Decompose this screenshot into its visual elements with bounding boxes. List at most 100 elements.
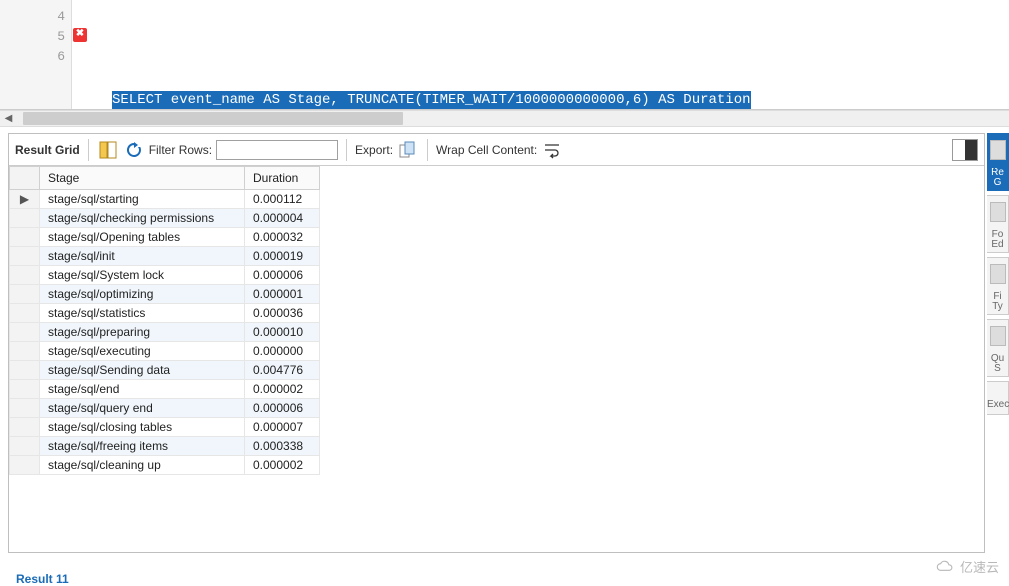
line-number: 5 ✖ [0, 26, 71, 46]
cell-stage[interactable]: stage/sql/starting [40, 190, 245, 209]
cell-duration[interactable]: 0.000000 [245, 342, 320, 361]
table-row[interactable]: stage/sql/closing tables0.000007 [10, 418, 320, 437]
table-row[interactable]: stage/sql/optimizing0.000001 [10, 285, 320, 304]
separator [427, 139, 428, 161]
row-header[interactable] [10, 437, 40, 456]
cell-stage[interactable]: stage/sql/Sending data [40, 361, 245, 380]
table-row[interactable]: stage/sql/checking permissions0.000004 [10, 209, 320, 228]
table-row[interactable]: stage/sql/freeing items0.000338 [10, 437, 320, 456]
cell-duration[interactable]: 0.000001 [245, 285, 320, 304]
cell-stage[interactable]: stage/sql/closing tables [40, 418, 245, 437]
scroll-left-icon[interactable]: ◀ [0, 111, 17, 126]
column-header-duration[interactable]: Duration [245, 167, 320, 190]
result-grid[interactable]: Stage Duration ▶stage/sql/starting0.0001… [9, 166, 984, 552]
row-header[interactable] [10, 323, 40, 342]
side-tab-result-grid[interactable]: Re G [987, 133, 1009, 191]
cell-duration[interactable]: 0.000002 [245, 456, 320, 475]
row-header[interactable] [10, 247, 40, 266]
form-icon [990, 202, 1006, 222]
row-header[interactable] [10, 399, 40, 418]
table-row[interactable]: stage/sql/query end0.000006 [10, 399, 320, 418]
side-tab-execution-plan[interactable]: Exec [987, 381, 1009, 415]
scroll-thumb[interactable] [23, 112, 403, 125]
cell-stage[interactable]: stage/sql/statistics [40, 304, 245, 323]
cell-duration[interactable]: 0.000112 [245, 190, 320, 209]
sql-editor: 4 5 ✖ 6 SELECT event_name AS Stage, TRUN… [0, 0, 1009, 110]
filter-rows-input[interactable] [216, 140, 338, 160]
cell-duration[interactable]: 0.000019 [245, 247, 320, 266]
side-tab-form-editor[interactable]: Fo Ed [987, 195, 1009, 253]
cell-duration[interactable]: 0.000007 [245, 418, 320, 437]
row-header[interactable] [10, 304, 40, 323]
table-row[interactable]: stage/sql/System lock0.000006 [10, 266, 320, 285]
separator [346, 139, 347, 161]
wrap-cell-icon[interactable] [541, 139, 563, 161]
side-tab-field-types[interactable]: Fi Ty [987, 257, 1009, 315]
wrap-label: Wrap Cell Content: [436, 143, 537, 157]
result-table: Stage Duration ▶stage/sql/starting0.0001… [9, 166, 320, 475]
cell-duration[interactable]: 0.000006 [245, 266, 320, 285]
cell-duration[interactable]: 0.000006 [245, 399, 320, 418]
table-row[interactable]: stage/sql/statistics0.000036 [10, 304, 320, 323]
row-header[interactable] [10, 266, 40, 285]
table-row[interactable]: stage/sql/Opening tables0.000032 [10, 228, 320, 247]
row-header[interactable] [10, 456, 40, 475]
watermark: 亿速云 [934, 557, 999, 576]
cloud-icon [934, 560, 956, 574]
line-number: 4 [0, 6, 71, 26]
toggle-panel-icon[interactable] [952, 139, 978, 161]
line-gutter: 4 5 ✖ 6 [0, 0, 72, 109]
row-header[interactable] [10, 285, 40, 304]
result-panel: Result Grid Filter Rows: Export: Wrap Ce… [8, 133, 985, 553]
cell-stage[interactable]: stage/sql/preparing [40, 323, 245, 342]
field-icon [990, 264, 1006, 284]
row-header[interactable] [10, 342, 40, 361]
row-header[interactable] [10, 209, 40, 228]
grid-view-icon[interactable] [97, 139, 119, 161]
grid-icon [990, 140, 1006, 160]
column-header-stage[interactable]: Stage [40, 167, 245, 190]
cell-stage[interactable]: stage/sql/optimizing [40, 285, 245, 304]
table-row[interactable]: ▶stage/sql/starting0.000112 [10, 190, 320, 209]
cell-duration[interactable]: 0.004776 [245, 361, 320, 380]
cell-duration[interactable]: 0.000338 [245, 437, 320, 456]
horizontal-scrollbar[interactable]: ◀ [0, 110, 1009, 127]
side-tabs: Re G Fo Ed Fi Ty Qu S Exec [987, 133, 1009, 553]
code-area[interactable]: SELECT event_name AS Stage, TRUNCATE(TIM… [72, 0, 1009, 109]
cell-stage[interactable]: stage/sql/executing [40, 342, 245, 361]
cell-stage[interactable]: stage/sql/end [40, 380, 245, 399]
cell-stage[interactable]: stage/sql/System lock [40, 266, 245, 285]
side-tab-query-stats[interactable]: Qu S [987, 319, 1009, 377]
cell-stage[interactable]: stage/sql/freeing items [40, 437, 245, 456]
line-number: 6 [0, 46, 71, 66]
cell-duration[interactable]: 0.000036 [245, 304, 320, 323]
filter-rows-label: Filter Rows: [149, 143, 212, 157]
row-header[interactable] [10, 380, 40, 399]
refresh-icon[interactable] [123, 139, 145, 161]
cell-stage[interactable]: stage/sql/query end [40, 399, 245, 418]
table-row[interactable]: stage/sql/preparing0.000010 [10, 323, 320, 342]
table-row[interactable]: stage/sql/init0.000019 [10, 247, 320, 266]
error-marker-icon[interactable]: ✖ [73, 28, 87, 42]
table-row[interactable]: stage/sql/Sending data0.004776 [10, 361, 320, 380]
cell-stage[interactable]: stage/sql/Opening tables [40, 228, 245, 247]
export-label: Export: [355, 143, 393, 157]
row-header[interactable] [10, 361, 40, 380]
row-header[interactable] [10, 228, 40, 247]
cell-stage[interactable]: stage/sql/checking permissions [40, 209, 245, 228]
table-row[interactable]: stage/sql/executing0.000000 [10, 342, 320, 361]
cell-duration[interactable]: 0.000032 [245, 228, 320, 247]
table-row[interactable]: stage/sql/end0.000002 [10, 380, 320, 399]
cell-duration[interactable]: 0.000002 [245, 380, 320, 399]
row-header[interactable] [10, 418, 40, 437]
row-header-corner [10, 167, 40, 190]
table-row[interactable]: stage/sql/cleaning up0.000002 [10, 456, 320, 475]
cell-duration[interactable]: 0.000010 [245, 323, 320, 342]
stats-icon [990, 326, 1006, 346]
row-header[interactable]: ▶ [10, 190, 40, 209]
code-line-selected: SELECT event_name AS Stage, TRUNCATE(TIM… [112, 90, 1009, 109]
cell-stage[interactable]: stage/sql/init [40, 247, 245, 266]
cell-stage[interactable]: stage/sql/cleaning up [40, 456, 245, 475]
export-icon[interactable] [397, 139, 419, 161]
cell-duration[interactable]: 0.000004 [245, 209, 320, 228]
